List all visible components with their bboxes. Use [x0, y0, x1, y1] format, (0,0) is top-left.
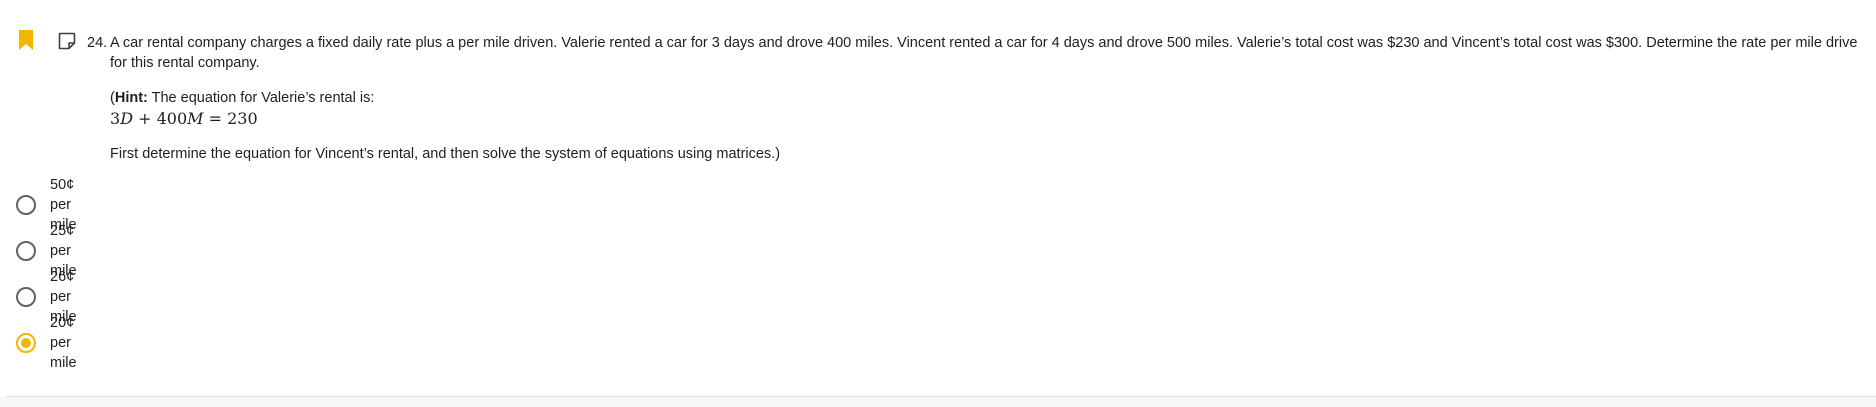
option-3[interactable]: 26¢ per mile: [16, 269, 77, 325]
option-2[interactable]: 25¢ per mile: [16, 223, 77, 279]
bottom-strip: [0, 397, 1876, 407]
radio-button[interactable]: [16, 241, 36, 261]
equation-equals: =: [203, 109, 228, 128]
hint: (Hint: The equation for Valerie’s rental…: [110, 88, 374, 108]
hint-label: Hint:: [114, 90, 148, 106]
hint-text: The equation for Valerie’s rental is:: [147, 90, 375, 106]
radio-button[interactable]: [16, 287, 36, 307]
question-number: 24.: [87, 35, 108, 51]
hint-followup: First determine the equation for Vincent…: [110, 146, 781, 162]
question-page: 24. A car rental company charges a fixed…: [0, 0, 1876, 407]
note-icon[interactable]: [57, 31, 77, 51]
option-1[interactable]: 50¢ per mile: [16, 177, 77, 233]
equation-coef-m: 400: [156, 109, 188, 128]
hint-equation: 3D + 400M = 230: [110, 108, 258, 130]
question-text: A car rental company charges a fixed dai…: [110, 35, 1858, 71]
equation-var-m: M: [187, 109, 204, 128]
equation-coef-d: 3: [110, 109, 121, 128]
option-4[interactable]: 20¢ per mile: [16, 315, 77, 371]
radio-button-selected[interactable]: [16, 333, 36, 353]
radio-button[interactable]: [16, 195, 36, 215]
equation-var-d: D: [120, 109, 134, 128]
bookmark-icon[interactable]: [19, 30, 33, 50]
equation-plus: +: [133, 109, 157, 128]
equation-rhs: 230: [227, 109, 258, 128]
option-label: 20¢ per mile: [50, 315, 77, 371]
